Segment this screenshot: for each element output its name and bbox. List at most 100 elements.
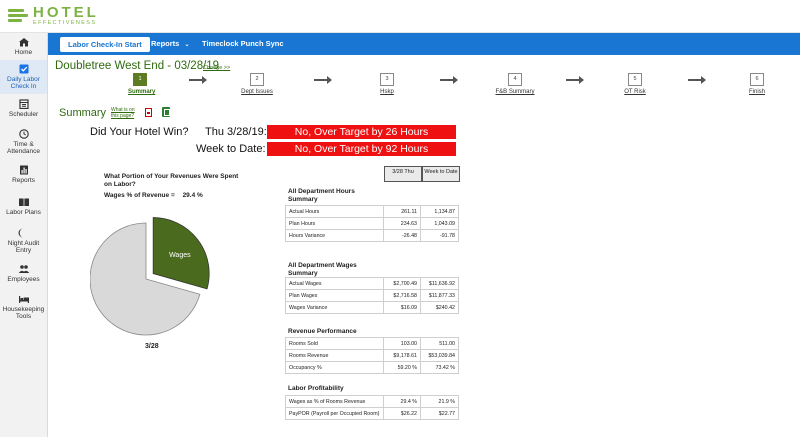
step-label: Dept Issues xyxy=(241,89,273,95)
section-title-wages: All Department Wages Summary xyxy=(288,262,357,278)
logo-subtitle: EFFECTIVENESS xyxy=(33,20,97,26)
hotel-effectiveness-logo[interactable]: HOTEL EFFECTIVENESS xyxy=(8,5,99,27)
change-hotel-link[interactable]: Change >> xyxy=(203,65,230,71)
hours-summary-table: Actual Hours 261.11 1,134.87 Plan Hours 234… xyxy=(285,205,459,242)
excel-export-icon[interactable] xyxy=(162,107,170,117)
pie-slice-wages-label: Wages xyxy=(169,252,191,259)
logo-icon xyxy=(8,7,30,25)
arrow-right-icon xyxy=(440,76,458,84)
pie-question: What Portion of Your Revenues Were Spent… xyxy=(104,173,239,189)
table-row: Rooms Revenue $9,178.61 $53,039.84 xyxy=(285,349,459,362)
labor-check-in-start-button[interactable]: Labor Check-In Start xyxy=(60,37,150,52)
step-hskp[interactable]: 3 Hskp xyxy=(375,73,399,95)
table-row: Actual Wages $2,700.49 $11,636.92 xyxy=(285,277,459,290)
sidebar-item-label: Scheduler xyxy=(8,111,39,119)
moon-icon xyxy=(18,228,23,238)
sidebar-item-label: Employees xyxy=(7,276,40,284)
table-row: Rooms Sold 103.00 511.00 xyxy=(285,337,459,350)
wages-pie-chart: Wages xyxy=(90,217,210,336)
sidebar-item-housekeeping-tools[interactable]: Housekeeping Tools xyxy=(0,289,47,325)
sidebar: Home Daily Labor Check In Scheduler Time… xyxy=(0,33,48,437)
week-result-badge: No, Over Target by 92 Hours xyxy=(267,142,456,156)
sidebar-item-night-audit-entry[interactable]: Night Audit Entry xyxy=(0,223,47,259)
pdf-export-icon[interactable] xyxy=(145,108,152,117)
step-label: Finish xyxy=(748,89,765,95)
clock-icon xyxy=(18,129,29,139)
step-finish[interactable]: 6 Finish xyxy=(745,73,769,95)
arrow-right-icon xyxy=(314,76,332,84)
sidebar-item-daily-labor-check-in[interactable]: Daily Labor Check In xyxy=(0,60,47,94)
what-is-on-this-page-link[interactable]: What is on this page? xyxy=(111,107,141,119)
sidebar-item-label: Night Audit Entry xyxy=(7,239,40,254)
wages-summary-table: Actual Wages $2,700.49 $11,636.92 Plan Wag… xyxy=(285,277,459,314)
table-row: Actual Hours 261.11 1,134.87 xyxy=(285,205,459,218)
labor-profitability-table: Wages as % of Rooms Revenue 29.4 % 21.9 % … xyxy=(285,395,459,420)
sidebar-item-labor-plans[interactable]: Labor Plans xyxy=(0,190,47,223)
week-label: Week to Date: xyxy=(196,143,266,155)
step-label: Hskp xyxy=(380,89,394,95)
table-row: Plan Wages $2,716.58 $11,877.33 xyxy=(285,289,459,302)
bar-chart-icon xyxy=(19,165,28,175)
sidebar-item-employees[interactable]: Employees xyxy=(0,259,47,289)
step-label: Summary xyxy=(128,89,156,95)
table-row: PayPOR (Payroll per Occupied Room) $26.22… xyxy=(285,407,459,420)
section-title-profitability: Labor Profitability xyxy=(288,385,344,392)
sidebar-item-time-attendance[interactable]: Time & Attendance xyxy=(0,124,47,160)
sidebar-item-label: Housekeeping Tools xyxy=(2,305,45,320)
main-content: Doubletree West End - 03/28/19 Change >>… xyxy=(48,55,800,437)
reports-menu[interactable]: Reports ⌄ xyxy=(151,39,189,48)
main-nav: Labor Check-In Start Reports ⌄ Timeclock… xyxy=(48,33,800,55)
step-number: 5 xyxy=(628,73,642,86)
arrow-right-icon xyxy=(688,76,706,84)
step-number: 2 xyxy=(250,73,264,86)
sidebar-item-label: Reports xyxy=(12,177,35,185)
table-row: Occupancy % 59.20 % 73.42 % xyxy=(285,361,459,374)
chevron-down-icon: ⌄ xyxy=(184,42,190,48)
table-row: Wages as % of Rooms Revenue 29.4 % 21.9 % xyxy=(285,395,459,408)
wages-pct-of-revenue: Wages % of Revenue = 29.4 % xyxy=(104,192,203,199)
did-hotel-win-question: Did Your Hotel Win? xyxy=(90,126,189,138)
sidebar-item-reports[interactable]: Reports xyxy=(0,160,47,190)
sidebar-item-scheduler[interactable]: Scheduler xyxy=(0,94,47,124)
wages-pct-label: Wages % of Revenue = xyxy=(104,192,175,199)
table-row: Plan Hours 234.63 1,043.09 xyxy=(285,217,459,230)
pie-date-label: 3/28 xyxy=(145,343,159,350)
revenue-performance-table: Rooms Sold 103.00 511.00 Rooms Revenue $9,1… xyxy=(285,337,459,374)
page-title: Doubletree West End - 03/28/19 xyxy=(55,60,220,72)
sidebar-item-label: Labor Plans xyxy=(6,208,41,216)
step-fb-summary[interactable]: 4 F&B Summary xyxy=(490,73,540,95)
step-dept-issues[interactable]: 2 Dept Issues xyxy=(237,73,277,95)
bed-icon xyxy=(18,295,29,303)
section-title-hours: All Department Hours Summary xyxy=(288,188,355,204)
table-row: Wages Variance $16.09 $240.42 xyxy=(285,301,459,314)
book-icon xyxy=(18,198,29,206)
home-icon xyxy=(18,37,29,47)
logo-title: HOTEL xyxy=(33,4,99,21)
day-label: Thu 3/28/19: xyxy=(205,126,267,138)
day-result-badge: No, Over Target by 26 Hours xyxy=(267,125,456,139)
step-label: OT Risk xyxy=(624,89,646,95)
progress-steps: 1 Summary 2 Dept Issues 3 Hskp 4 F&B Sum… xyxy=(48,73,800,99)
top-bar: HOTEL EFFECTIVENESS xyxy=(0,0,800,33)
step-number: 6 xyxy=(750,73,764,86)
sidebar-item-label: Home xyxy=(14,48,33,56)
step-ot-risk[interactable]: 5 OT Risk xyxy=(618,73,652,95)
step-number: 4 xyxy=(508,73,522,86)
column-header-day: 3/28 Thu xyxy=(384,166,422,182)
step-label: F&B Summary xyxy=(495,89,535,95)
arrow-right-icon xyxy=(566,76,584,84)
summary-heading: Summary xyxy=(59,107,107,119)
step-number: 1 xyxy=(133,73,147,86)
sidebar-item-label: Time & Attendance xyxy=(7,140,40,155)
reports-menu-label: Reports xyxy=(151,39,180,48)
column-header-week: Week to Date xyxy=(422,166,460,182)
calendar-icon xyxy=(18,99,29,110)
wages-pct-value: 29.4 % xyxy=(182,192,203,199)
timeclock-punch-sync-link[interactable]: Timeclock Punch Sync xyxy=(202,39,284,48)
people-icon xyxy=(18,265,29,274)
step-number: 3 xyxy=(380,73,394,86)
section-title-revenue: Revenue Performance xyxy=(288,328,357,335)
sidebar-item-home[interactable]: Home xyxy=(0,33,47,60)
sidebar-item-label: Daily Labor Check In xyxy=(7,75,40,90)
step-summary[interactable]: 1 Summary xyxy=(128,73,156,95)
